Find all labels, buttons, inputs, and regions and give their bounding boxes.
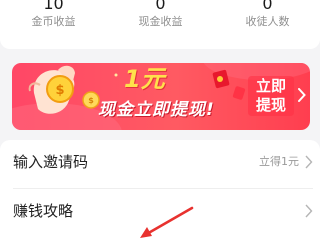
stat-value: 0 bbox=[262, 0, 273, 13]
row-hint: 立得1元 bbox=[259, 155, 299, 168]
cta-label: 立即提现 bbox=[255, 77, 286, 114]
gold-coin-icon: $ bbox=[46, 75, 74, 103]
svg-text:$: $ bbox=[55, 83, 64, 98]
chevron-right-icon bbox=[298, 88, 306, 102]
banner-slogan: 现金立即提现! bbox=[98, 100, 215, 120]
earnings-stats-card: 10 金币收益 0 现金收益 0 收徒人数 bbox=[0, 0, 320, 49]
banner-amount: 1元 bbox=[124, 65, 165, 93]
annotation-arrow-icon bbox=[140, 206, 194, 238]
stat-cash-earnings[interactable]: 0 现金收益 bbox=[107, 0, 214, 29]
withdraw-promo-banner[interactable]: $ $ 1元 现金立即提现! 立即提现 bbox=[12, 63, 310, 130]
stat-label: 金币收益 bbox=[31, 15, 76, 28]
stat-label: 现金收益 bbox=[138, 15, 183, 28]
profile-screen: 10 金币收益 0 现金收益 0 收徒人数 $ $ 1元 现金立即提现! 立即提… bbox=[0, 0, 320, 240]
withdraw-now-button[interactable]: 立即提现 bbox=[246, 72, 306, 120]
row-title: 赚钱攻略 bbox=[13, 202, 74, 220]
stat-value: 0 bbox=[155, 0, 166, 13]
small-coin-icon: $ bbox=[82, 91, 100, 109]
chevron-right-icon bbox=[305, 204, 313, 218]
stat-label: 收徒人数 bbox=[245, 15, 290, 28]
row-title: 输入邀请码 bbox=[13, 153, 89, 171]
stat-value: 10 bbox=[43, 0, 64, 13]
row-invite-code[interactable]: 输入邀请码 立得1元 bbox=[0, 140, 320, 189]
svg-text:$: $ bbox=[88, 96, 94, 105]
stat-coin-earnings[interactable]: 10 金币收益 bbox=[0, 0, 107, 29]
chevron-right-icon bbox=[305, 155, 313, 169]
stat-apprentice-count[interactable]: 0 收徒人数 bbox=[214, 0, 320, 29]
